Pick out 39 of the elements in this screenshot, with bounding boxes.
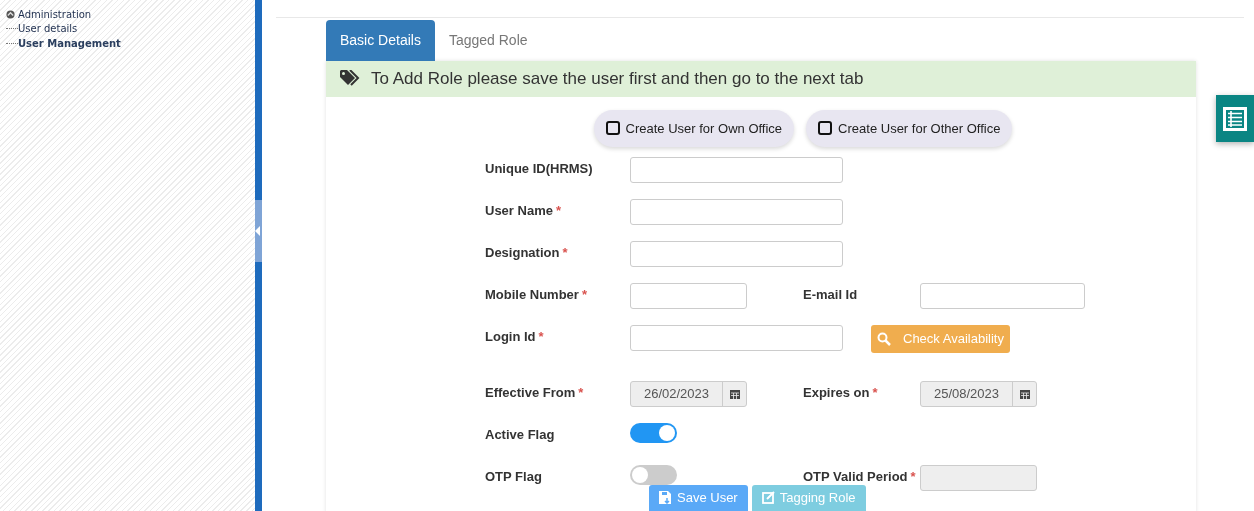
- option-button[interactable]: Create User for Own Office: [593, 109, 795, 147]
- save-icon: [659, 491, 672, 505]
- calendar-icon: [1019, 389, 1030, 399]
- input-field[interactable]: [630, 157, 843, 183]
- field-label: Designation *: [485, 244, 569, 262]
- field-label: E-mail Id: [802, 286, 859, 304]
- tree-item[interactable]: Administration: [18, 8, 92, 21]
- field-label: User Name *: [485, 202, 562, 220]
- toggle-switch[interactable]: [630, 423, 677, 443]
- field-label: OTP Valid Period *: [802, 468, 917, 486]
- calendar-icon: [729, 389, 740, 399]
- edit-icon: [761, 491, 775, 505]
- tags-icon: [340, 70, 361, 88]
- tree-item[interactable]: User details: [18, 21, 78, 36]
- folder-icon: [6, 10, 15, 19]
- input-field[interactable]: [630, 283, 747, 309]
- field-label: Active Flag: [485, 426, 556, 444]
- list-button[interactable]: [1216, 95, 1254, 142]
- field-label: Login Id *: [485, 328, 545, 346]
- tab[interactable]: Basic Details: [326, 20, 435, 61]
- field-label: OTP Flag: [485, 468, 543, 486]
- field-label: Mobile Number *: [485, 286, 588, 304]
- input-field[interactable]: [630, 325, 843, 351]
- tree-item[interactable]: User Management: [18, 36, 121, 51]
- tab[interactable]: Tagged Role: [434, 20, 542, 61]
- input-field[interactable]: [920, 283, 1085, 309]
- input-field[interactable]: [630, 199, 843, 225]
- field-label: Effective From *: [485, 384, 585, 402]
- collapse-handle[interactable]: [255, 199, 262, 262]
- search-icon: [877, 331, 891, 346]
- date-field[interactable]: 25/08/2023: [920, 381, 1037, 407]
- option-button[interactable]: Create User for Other Office: [806, 109, 1013, 147]
- date-field[interactable]: 26/02/2023: [630, 381, 747, 407]
- toggle-switch[interactable]: [630, 465, 677, 485]
- field-label: Unique ID(HRMS): [485, 160, 594, 178]
- field-label: Expires on *: [802, 384, 879, 402]
- info-text: To Add Role please save the user first and then go to the next tab: [371, 68, 864, 90]
- input-field[interactable]: [630, 241, 843, 267]
- list-icon: [1222, 105, 1248, 132]
